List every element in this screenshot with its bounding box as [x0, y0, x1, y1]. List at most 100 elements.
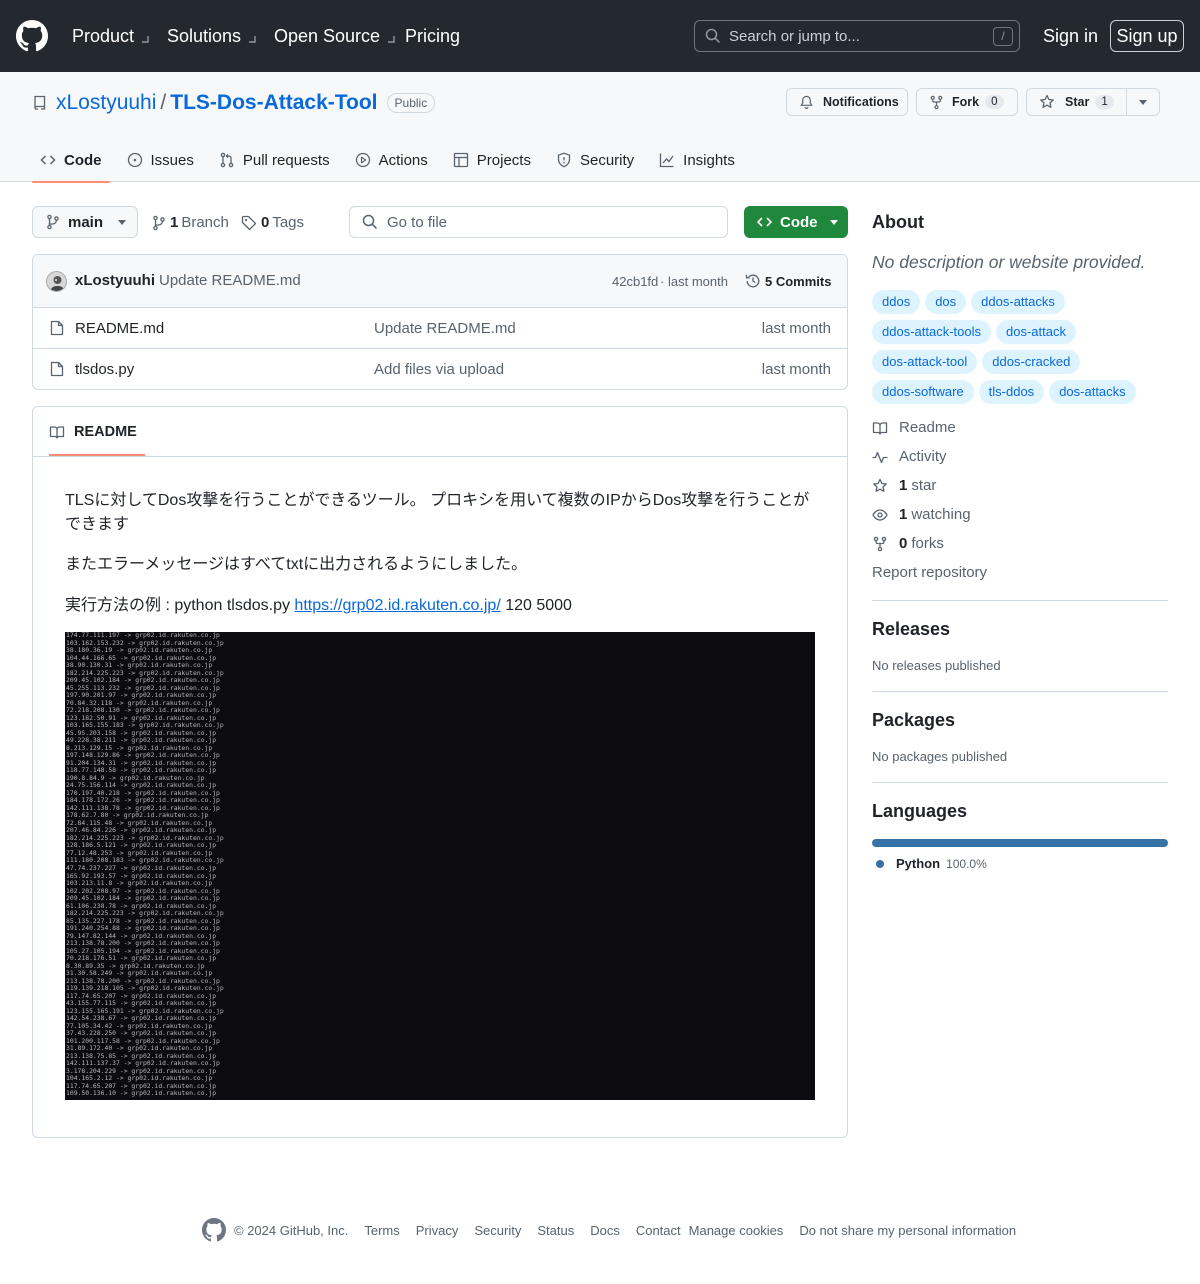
eye-icon — [872, 508, 888, 521]
file-commit-message[interactable]: Add files via upload — [374, 361, 504, 378]
language-percent: 100.0% — [946, 856, 987, 871]
tab-security[interactable]: Security — [548, 138, 642, 182]
language-item[interactable]: Python 100.0% — [876, 856, 987, 871]
topic-tag[interactable]: ddos — [872, 290, 921, 314]
topic-tag[interactable]: ddos-attacks — [971, 290, 1065, 314]
watching-count: 1 — [899, 506, 908, 523]
topic-tag[interactable]: dos-attacks — [1049, 380, 1136, 404]
languages-heading: Languages — [872, 801, 968, 821]
nav-solutions[interactable]: Solutions — [167, 0, 256, 72]
commit-time: last month — [668, 274, 728, 289]
footer-link-security[interactable]: Security — [474, 1223, 521, 1238]
branch-name: main — [68, 213, 104, 231]
activity-link-label: Activity — [899, 448, 947, 465]
commit-message[interactable]: Update README.md — [159, 272, 301, 289]
nav-product[interactable]: Product — [72, 0, 149, 72]
nav-open-source[interactable]: Open Source — [274, 0, 395, 72]
readme-tab[interactable]: README — [49, 407, 145, 456]
shield-icon — [557, 152, 571, 168]
repo-header: xLostyuuhi / TLS-Dos-Attack-Tool Public … — [0, 72, 1200, 183]
releases-heading[interactable]: Releases — [872, 619, 1168, 640]
forks-label: forks — [911, 535, 944, 552]
tab-insights[interactable]: Insights — [651, 138, 743, 182]
file-commit-message[interactable]: Update README.md — [374, 320, 516, 337]
report-repository-link[interactable]: Report repository — [872, 564, 987, 581]
watchers-link[interactable]: 1 watching — [872, 506, 971, 523]
book-icon — [872, 421, 888, 435]
language-name: Python — [896, 856, 941, 871]
footer-link-manage-cookies[interactable]: Manage cookies — [689, 1223, 784, 1238]
repo-tabs: Code Issues Pull requests Actions Projec… — [32, 138, 752, 183]
repo-owner-link[interactable]: xLostyuuhi — [56, 91, 156, 115]
sign-in-link[interactable]: Sign in — [1043, 26, 1098, 47]
repo-title: xLostyuuhi / TLS-Dos-Attack-Tool Public — [32, 91, 436, 115]
stars-link[interactable]: 1 star — [872, 477, 936, 494]
file-name[interactable]: README.md — [75, 320, 164, 337]
file-row[interactable]: README.md Update README.md last month — [33, 308, 847, 349]
about-description: No description or website provided. — [872, 252, 1146, 272]
github-logo-icon[interactable] — [16, 20, 48, 52]
repo-icon — [34, 95, 46, 110]
commits-history-link[interactable]: 5 Commits — [745, 273, 831, 289]
activity-link[interactable]: Activity — [872, 448, 947, 465]
tab-code[interactable]: Code — [32, 138, 110, 183]
topic-tag[interactable]: ddos-attack-tools — [872, 320, 991, 344]
footer-link-docs[interactable]: Docs — [590, 1223, 620, 1238]
tab-actions[interactable]: Actions — [347, 138, 436, 182]
global-header: Product Solutions Open Source Pricing Se… — [0, 0, 1200, 72]
packages-heading[interactable]: Packages — [872, 710, 1168, 731]
sidebar-divider — [872, 691, 1168, 692]
readme-link[interactable]: Readme — [872, 419, 956, 436]
commit-hash[interactable]: 42cb1fd — [612, 274, 658, 289]
footer-link-terms[interactable]: Terms — [364, 1223, 399, 1238]
topic-tag[interactable]: ddos-software — [872, 380, 974, 404]
play-icon — [355, 152, 370, 168]
file-name[interactable]: tlsdos.py — [75, 361, 134, 378]
repo-name-link[interactable]: TLS-Dos-Attack-Tool — [170, 91, 377, 115]
file-row[interactable]: tlsdos.py Add files via upload last mont… — [33, 349, 847, 389]
table-icon — [453, 152, 468, 168]
topic-tag[interactable]: dos-attack — [996, 320, 1076, 344]
terminal-line: 109.50.136.10 -> grp02.id.rakuten.co.jp — [66, 1089, 217, 1098]
code-dropdown-button[interactable]: Code — [744, 206, 848, 238]
triangle-down-icon — [829, 219, 838, 225]
tab-pull-requests[interactable]: Pull requests — [211, 138, 338, 182]
footer-link-privacy[interactable]: Privacy — [416, 1223, 459, 1238]
triangle-down-icon — [1139, 99, 1147, 105]
tab-issues[interactable]: Issues — [119, 138, 202, 182]
tab-insights-label: Insights — [683, 151, 735, 169]
search-icon — [705, 28, 721, 44]
forks-link[interactable]: 0 forks — [872, 535, 944, 552]
topic-tag[interactable]: ddos-cracked — [982, 350, 1081, 374]
avatar[interactable] — [46, 271, 67, 292]
branch-selector[interactable]: main — [32, 206, 138, 238]
readme-paragraph: またエラーメッセージはすべてtxtに出力されるようにしました。 — [65, 556, 528, 573]
footer-link-do-not-share[interactable]: Do not share my personal information — [799, 1223, 1016, 1238]
topic-tag[interactable]: dos-attack-tool — [872, 350, 978, 374]
tab-pull-requests-label: Pull requests — [242, 151, 330, 169]
nav-pricing[interactable]: Pricing — [405, 0, 460, 72]
topic-tag[interactable]: tls-ddos — [978, 380, 1045, 404]
tag-count: 0 — [261, 214, 270, 231]
footer-link-status[interactable]: Status — [537, 1223, 574, 1238]
go-to-file-input[interactable]: Go to file — [349, 206, 728, 238]
branches-link[interactable]: 1 Branch — [152, 214, 229, 231]
topic-tag[interactable]: dos — [925, 290, 967, 314]
code-button-label: Code — [780, 213, 818, 231]
sign-up-button[interactable]: Sign up — [1110, 20, 1184, 52]
fork-button[interactable]: Fork 0 — [916, 88, 1018, 116]
history-icon — [745, 274, 760, 288]
tab-projects[interactable]: Projects — [445, 138, 539, 182]
fork-icon — [930, 95, 943, 109]
global-search-input[interactable]: Search or jump to... / — [694, 20, 1020, 52]
readme-url-link[interactable]: https://grp02.id.rakuten.co.jp/ — [294, 597, 500, 614]
notifications-button[interactable]: Notifications — [786, 88, 908, 116]
commit-author[interactable]: xLostyuuhi — [75, 272, 155, 289]
tags-link[interactable]: 0 Tags — [241, 214, 304, 231]
footer-link-contact[interactable]: Contact — [636, 1223, 681, 1238]
star-button[interactable]: Star 1 — [1027, 89, 1127, 115]
topic-list: ddos dos ddos-attacksddos-attack-tools dos-… — [872, 290, 1168, 410]
search-placeholder: Search or jump to... — [729, 27, 860, 45]
star-list-dropdown[interactable] — [1127, 99, 1159, 105]
github-logo-icon[interactable] — [202, 1218, 226, 1242]
